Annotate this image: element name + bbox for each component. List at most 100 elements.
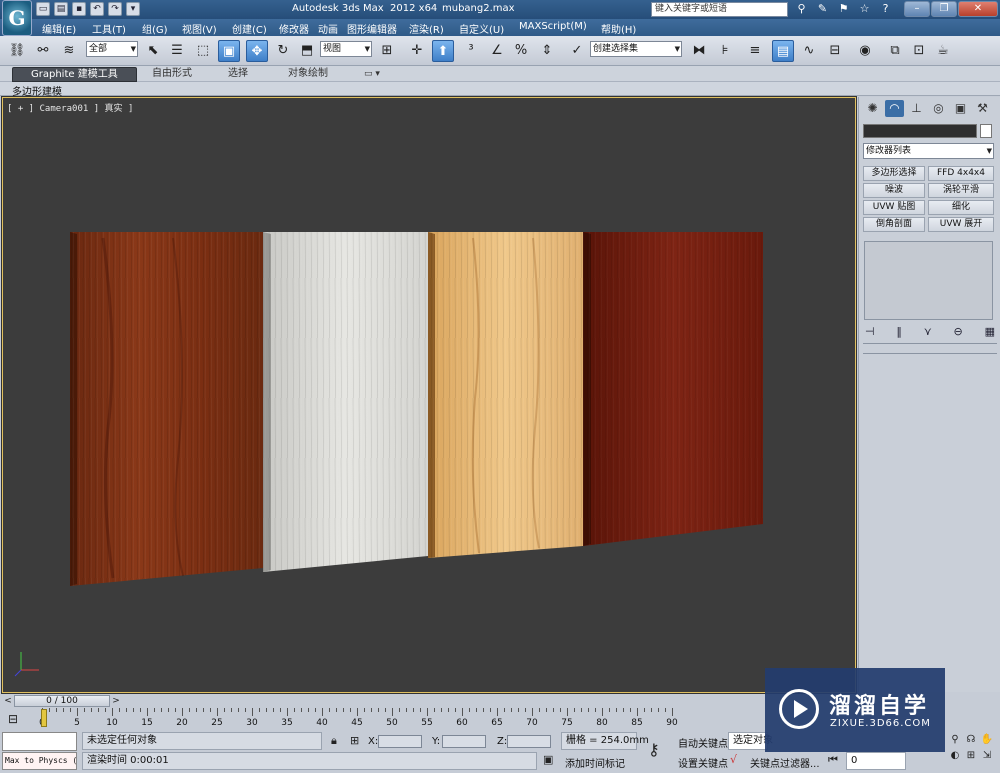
- time-slider-handle[interactable]: 0 / 100: [14, 695, 110, 707]
- pin-icon[interactable]: ⚑: [836, 2, 851, 16]
- menu-group[interactable]: 组(G): [142, 21, 168, 36]
- move-icon[interactable]: ✥: [246, 40, 268, 62]
- zoom-icon[interactable]: ⚲: [948, 733, 962, 747]
- mod-button-noise[interactable]: 噪波: [863, 183, 925, 198]
- redo-icon[interactable]: ↷: [108, 2, 122, 16]
- snaps-toggle-icon[interactable]: ³: [460, 40, 482, 62]
- mini-curve-editor-icon[interactable]: ⊟: [8, 712, 24, 726]
- maxscript-listener[interactable]: Max to Physcs (: [2, 732, 77, 772]
- help-icon[interactable]: ?: [878, 2, 893, 16]
- minimize-button[interactable]: –: [904, 1, 930, 17]
- time-prev-icon[interactable]: <: [2, 695, 14, 707]
- motion-tab-icon[interactable]: ◎: [929, 100, 948, 117]
- set-key-icon[interactable]: √: [730, 753, 737, 766]
- set-key-button[interactable]: 设置关键点: [678, 755, 728, 770]
- current-frame-marker[interactable]: [41, 709, 47, 727]
- material-editor-icon[interactable]: ◉: [854, 40, 876, 62]
- display-tab-icon[interactable]: ▣: [951, 100, 970, 117]
- polygon-modeling-label[interactable]: 多边形建模: [12, 83, 62, 98]
- menu-modifiers[interactable]: 修改器: [279, 21, 309, 36]
- selected-objects-select[interactable]: 选定对象: [728, 732, 773, 750]
- auto-key-button[interactable]: 自动关键点: [678, 735, 728, 750]
- selection-filter-select[interactable]: 全部: [86, 41, 138, 57]
- select-by-name-icon[interactable]: ☰: [166, 40, 188, 62]
- layer-manager-icon[interactable]: ≡: [744, 40, 766, 62]
- tab-object-paint[interactable]: 对象绘制: [288, 67, 328, 82]
- render-setup-icon[interactable]: ⧉: [884, 40, 906, 62]
- menu-customize[interactable]: 自定义(U): [459, 21, 504, 36]
- modifier-stack[interactable]: [864, 241, 993, 320]
- camera-viewport[interactable]: [ + ] Camera001 ] 真实 ]: [1, 96, 857, 694]
- current-frame-input[interactable]: 0: [846, 752, 906, 770]
- utilities-tab-icon[interactable]: ⚒: [973, 100, 992, 117]
- walk-through-icon[interactable]: ⇲: [980, 749, 994, 763]
- configure-sets-icon[interactable]: ▦: [985, 325, 995, 338]
- undo-icon[interactable]: ↶: [90, 2, 104, 16]
- menu-create[interactable]: 创建(C): [232, 21, 267, 36]
- mirror-icon[interactable]: ⧓: [688, 40, 710, 62]
- maxscript-output[interactable]: [2, 732, 77, 751]
- mod-button-turbosmooth[interactable]: 涡轮平滑: [928, 183, 994, 198]
- qat-more-icon[interactable]: ▾: [126, 2, 140, 16]
- edit-named-selection-icon[interactable]: ✓: [566, 40, 588, 62]
- time-tag-icon[interactable]: ▣: [543, 753, 553, 766]
- menu-views[interactable]: 视图(V): [182, 21, 217, 36]
- modify-tab-icon[interactable]: ◠: [885, 100, 904, 117]
- bind-space-warp-icon[interactable]: ≋: [58, 40, 80, 62]
- make-unique-icon[interactable]: ⋎: [924, 325, 932, 338]
- angle-snap-icon[interactable]: ∠: [486, 40, 508, 62]
- mod-button-poly-select[interactable]: 多边形选择: [863, 166, 925, 181]
- rendered-frame-icon[interactable]: ⊡: [908, 40, 930, 62]
- new-file-icon[interactable]: ▭: [36, 2, 50, 16]
- schematic-view-icon[interactable]: ⊟: [824, 40, 846, 62]
- absolute-mode-icon[interactable]: ⊞: [350, 734, 359, 747]
- scale-icon[interactable]: ⬒: [296, 40, 318, 62]
- pin-stack-icon[interactable]: ⊣: [865, 325, 875, 338]
- open-file-icon[interactable]: ▤: [54, 2, 68, 16]
- remove-modifier-icon[interactable]: ⊖: [954, 325, 963, 338]
- tab-freeform[interactable]: 自由形式: [152, 67, 192, 82]
- pan-icon[interactable]: ✋: [980, 733, 994, 747]
- x-coordinate-input[interactable]: [378, 735, 422, 748]
- tab-selection[interactable]: 选择: [228, 67, 248, 82]
- go-to-start-icon[interactable]: ⏮: [828, 753, 838, 767]
- keyboard-shortcut-override-icon[interactable]: ⬆: [432, 40, 454, 62]
- tab-graphite-modeling[interactable]: Graphite 建模工具: [12, 67, 137, 82]
- menu-maxscript[interactable]: MAXScript(M): [519, 21, 587, 32]
- menu-animation[interactable]: 动画: [318, 21, 338, 36]
- orbit-icon[interactable]: ☊: [964, 733, 978, 747]
- y-coordinate-input[interactable]: [442, 735, 486, 748]
- link-icon[interactable]: ⛓: [6, 40, 28, 62]
- z-coordinate-input[interactable]: [507, 735, 551, 748]
- unlink-icon[interactable]: ⚯: [32, 40, 54, 62]
- spinner-snap-icon[interactable]: ⇕: [536, 40, 558, 62]
- save-icon[interactable]: ▪: [72, 2, 86, 16]
- graphite-toggle-icon[interactable]: ▤: [772, 40, 794, 62]
- app-logo-icon[interactable]: G: [2, 0, 32, 36]
- render-production-icon[interactable]: ☕: [932, 40, 954, 62]
- frame-ruler[interactable]: 051015202530354045505560657075808590: [38, 708, 758, 731]
- reference-coord-select[interactable]: 视图: [320, 41, 372, 57]
- add-time-tag[interactable]: 添加时间标记: [565, 755, 625, 770]
- menu-tools[interactable]: 工具(T): [92, 21, 126, 36]
- curve-editor-icon[interactable]: ∿: [798, 40, 820, 62]
- show-end-result-icon[interactable]: ‖: [896, 325, 902, 338]
- rectangle-region-icon[interactable]: ⬚: [192, 40, 214, 62]
- hierarchy-tab-icon[interactable]: ⊥: [907, 100, 926, 117]
- mod-button-tessellate[interactable]: 细化: [928, 200, 994, 215]
- manipulate-icon[interactable]: ✛: [406, 40, 428, 62]
- time-next-icon[interactable]: >: [110, 695, 122, 707]
- menu-rendering[interactable]: 渲染(R): [409, 21, 444, 36]
- menu-graph-editors[interactable]: 图形编辑器: [347, 21, 397, 36]
- rotate-icon[interactable]: ↻: [272, 40, 294, 62]
- maximize-viewport-icon[interactable]: ⊞: [964, 749, 978, 763]
- mod-button-uvw-map[interactable]: UVW 贴图: [863, 200, 925, 215]
- maxscript-input[interactable]: Max to Physcs (: [2, 752, 77, 770]
- key-filters-button[interactable]: 关键点过滤器...: [750, 755, 820, 770]
- object-color-swatch[interactable]: [980, 124, 992, 138]
- close-button[interactable]: ✕: [958, 1, 998, 17]
- select-object-icon[interactable]: ⬉: [142, 40, 164, 62]
- lock-icon[interactable]: 🔒︎: [331, 734, 337, 748]
- window-crossing-icon[interactable]: ▣: [218, 40, 240, 62]
- key-icon[interactable]: ⚷: [648, 740, 660, 759]
